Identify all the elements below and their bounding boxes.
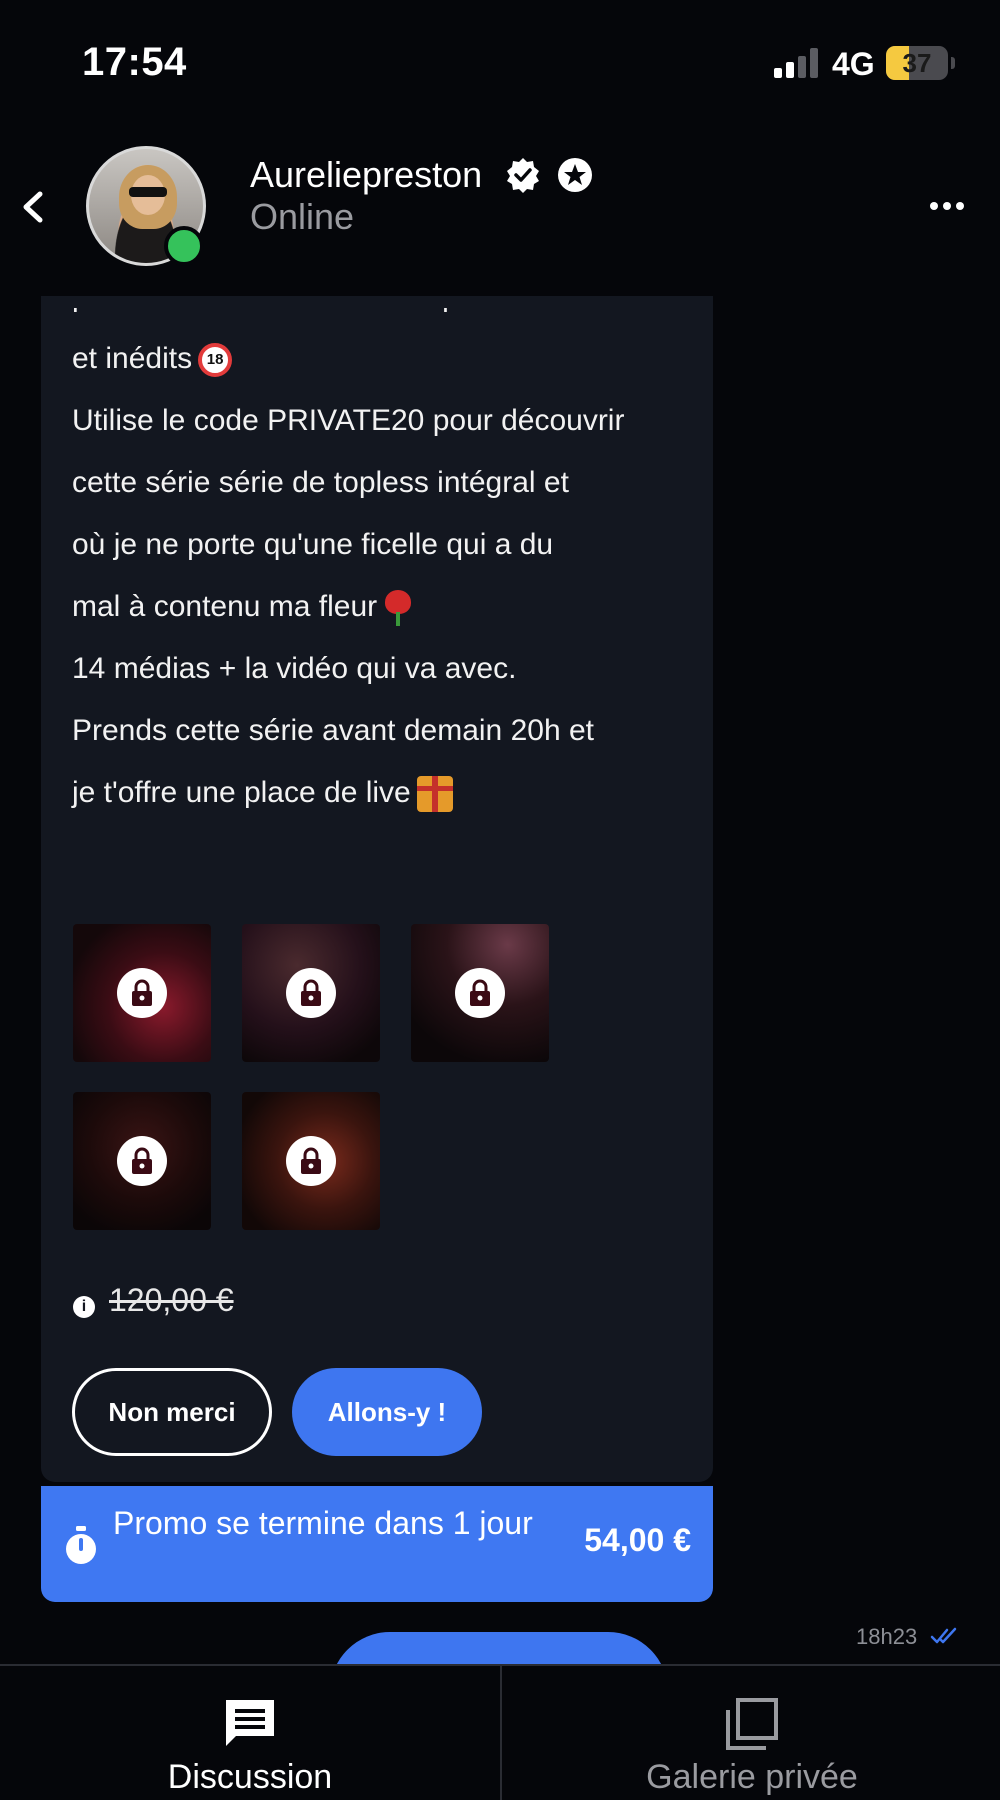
rose-emoji-icon: [383, 590, 413, 627]
network-type: 4G: [832, 46, 875, 82]
verified-badge-icon: [507, 158, 539, 193]
message-line: Utilise le code PRIVATE20 pour découvrir: [72, 404, 625, 437]
message-line: où je ne porte qu'une ficelle qui a du: [72, 528, 554, 561]
tab-discussion[interactable]: Discussion: [0, 1666, 500, 1800]
promo-price: 54,00 €: [584, 1522, 691, 1558]
no-under-18-emoji-icon: 18: [198, 343, 233, 378]
back-chevron-icon: [23, 191, 43, 223]
contact-status: Online: [250, 196, 355, 237]
more-options-button[interactable]: [930, 196, 970, 216]
promo-text: Promo se termine dans 1 jour: [113, 1505, 533, 1541]
message-line: Prends cette série avant demain 20h et: [72, 714, 594, 747]
gallery-icon: [726, 1698, 778, 1750]
message-time: 18h23: [856, 1624, 918, 1649]
locked-media-thumb[interactable]: [242, 1092, 380, 1230]
tab-gallery[interactable]: Galerie privée: [502, 1666, 1000, 1800]
lock-icon: [286, 968, 336, 1018]
status-time: 17:54: [82, 40, 187, 84]
stopwatch-icon: [66, 1526, 96, 1564]
status-bar: 17:54 4G 37: [0, 0, 1000, 130]
battery-icon: 37: [886, 46, 948, 80]
signal-icon: [774, 48, 820, 78]
tab-label: Galerie privée: [646, 1758, 858, 1796]
tab-bar: Discussion Galerie privée: [0, 1664, 1000, 1800]
promo-banner[interactable]: Promo se termine dans 1 jour 54,00 €: [41, 1486, 713, 1602]
gift-emoji-icon: [416, 776, 453, 813]
lock-icon: [117, 968, 167, 1018]
locked-media-thumb[interactable]: [73, 1092, 211, 1230]
battery-percent: 37: [902, 48, 932, 78]
bubble-cut-edge: [41, 296, 713, 308]
online-indicator: [164, 226, 204, 266]
info-icon[interactable]: i: [73, 1296, 95, 1318]
message-line: cette série série de topless intégral et: [72, 466, 569, 499]
locked-media-thumb[interactable]: [73, 924, 211, 1062]
locked-media-thumb[interactable]: [242, 924, 380, 1062]
decline-button[interactable]: Non merci: [72, 1368, 272, 1456]
message-text: pleuvent sur les médias les plus intimes…: [72, 296, 692, 824]
lock-icon: [455, 968, 505, 1018]
star-badge-icon: [558, 158, 592, 192]
more-options-icon: [930, 202, 938, 210]
message-line: 14 médias + la vidéo qui va avec.: [72, 652, 517, 685]
back-button[interactable]: [14, 182, 54, 232]
avatar-glasses: [129, 187, 167, 197]
accept-button[interactable]: Allons-y !: [292, 1368, 482, 1456]
battery-tip: [951, 57, 955, 69]
lock-icon: [286, 1136, 336, 1186]
chat-icon: [226, 1700, 274, 1746]
message-line: mal à contenu ma fleur: [72, 576, 692, 638]
message-line: et inédits 18: [72, 328, 692, 390]
read-receipt-icon: [930, 1627, 957, 1644]
message-line: je t'offre une place de live: [72, 762, 692, 824]
message-bubble: pleuvent sur les médias les plus intimes…: [41, 296, 713, 1482]
tab-label: Discussion: [167, 1758, 333, 1796]
lock-icon: [117, 1136, 167, 1186]
original-price: 120,00 €: [109, 1282, 234, 1318]
locked-media-thumb[interactable]: [411, 924, 549, 1062]
contact-name[interactable]: Aureliepreston: [250, 154, 482, 196]
